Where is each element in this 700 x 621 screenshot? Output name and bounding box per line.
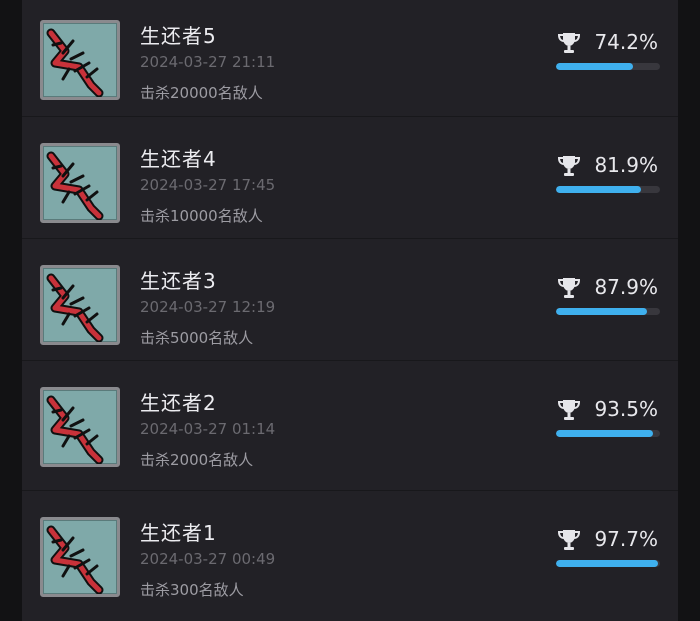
rarity-progress-fill xyxy=(556,308,648,315)
unlock-timestamp: 2024-03-27 12:19 xyxy=(140,298,276,316)
barbed-slash-icon xyxy=(40,20,120,100)
rarity-progress-fill xyxy=(556,430,654,437)
achievement-title: 生还者3 xyxy=(140,269,217,293)
barbed-slash-icon xyxy=(40,143,120,223)
rarity-progress-bar xyxy=(556,430,660,437)
trophy-icon xyxy=(557,33,581,53)
achievement-description: 击杀5000名敌人 xyxy=(140,329,254,347)
rarity-progress-fill xyxy=(556,63,634,70)
achievement-description: 击杀20000名敌人 xyxy=(140,84,263,102)
achievement-description: 击杀300名敌人 xyxy=(140,581,244,599)
rarity-progress-fill xyxy=(556,560,658,567)
rarity-progress-bar xyxy=(556,560,660,567)
list-item[interactable]: 生还者2 2024-03-27 01:14 击杀2000名敌人 93.5% xyxy=(22,360,678,483)
rarity-progress-fill xyxy=(556,186,642,193)
rarity-percent: 74.2% xyxy=(594,30,658,54)
barbed-slash-icon xyxy=(40,387,120,467)
trophy-icon xyxy=(557,530,581,550)
barbed-slash-icon xyxy=(40,517,120,597)
achievement-title: 生还者4 xyxy=(140,147,217,171)
trophy-icon xyxy=(557,156,581,176)
unlock-timestamp: 2024-03-27 00:49 xyxy=(140,550,276,568)
list-item[interactable]: 生还者1 2024-03-27 00:49 击杀300名敌人 97.7% xyxy=(22,490,678,613)
achievement-title: 生还者2 xyxy=(140,391,217,415)
achievement-description: 击杀10000名敌人 xyxy=(140,207,263,225)
achievement-description: 击杀2000名敌人 xyxy=(140,451,254,469)
rarity-percent: 87.9% xyxy=(594,275,658,299)
rarity-percent: 93.5% xyxy=(594,397,658,421)
rarity-progress-bar xyxy=(556,308,660,315)
unlock-timestamp: 2024-03-27 21:11 xyxy=(140,53,276,71)
rarity-progress-bar xyxy=(556,63,660,70)
rarity-progress-bar xyxy=(556,186,660,193)
rarity-percent: 97.7% xyxy=(594,527,658,551)
barbed-slash-icon xyxy=(40,265,120,345)
list-item[interactable]: 生还者5 2024-03-27 21:11 击杀20000名敌人 74.2% xyxy=(22,0,678,116)
trophy-icon xyxy=(557,278,581,298)
list-item[interactable]: 生还者3 2024-03-27 12:19 击杀5000名敌人 87.9% xyxy=(22,238,678,361)
unlock-timestamp: 2024-03-27 17:45 xyxy=(140,176,276,194)
rarity-percent: 81.9% xyxy=(594,153,658,177)
achievement-title: 生还者5 xyxy=(140,24,217,48)
achievement-title: 生还者1 xyxy=(140,521,217,545)
list-item[interactable]: 生还者4 2024-03-27 17:45 击杀10000名敌人 81.9% xyxy=(22,116,678,239)
unlock-timestamp: 2024-03-27 01:14 xyxy=(140,420,276,438)
trophy-icon xyxy=(557,400,581,420)
